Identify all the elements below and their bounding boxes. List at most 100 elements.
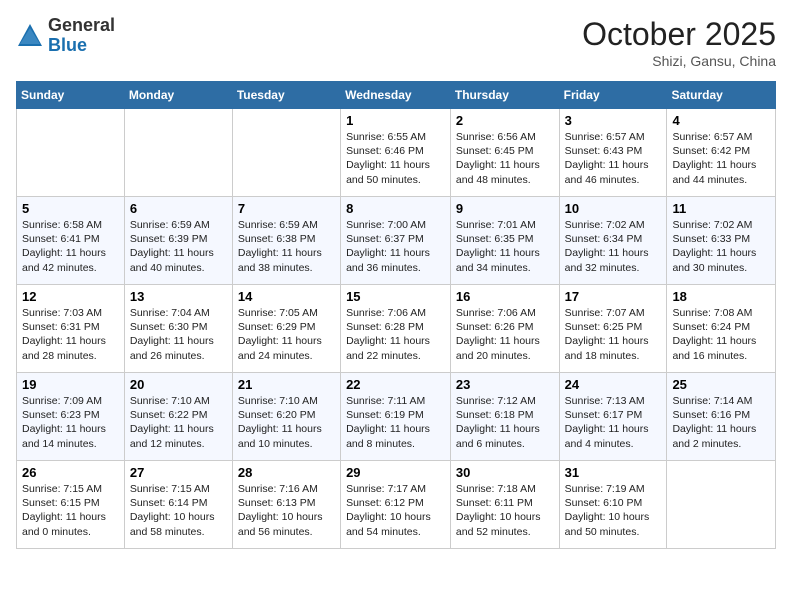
calendar-cell: 2Sunrise: 6:56 AM Sunset: 6:45 PM Daylig… bbox=[450, 109, 559, 197]
day-number: 12 bbox=[22, 289, 119, 304]
cell-content: Sunrise: 7:06 AM Sunset: 6:26 PM Dayligh… bbox=[456, 306, 554, 363]
cell-content: Sunrise: 7:16 AM Sunset: 6:13 PM Dayligh… bbox=[238, 482, 335, 539]
cell-content: Sunrise: 7:02 AM Sunset: 6:34 PM Dayligh… bbox=[565, 218, 662, 275]
calendar-cell: 28 Sunrise: 7:16 AM Sunset: 6:13 PM Dayli… bbox=[232, 461, 340, 549]
calendar-cell: 12 Sunrise: 7:03 AM Sunset: 6:31 PM Dayli… bbox=[17, 285, 125, 373]
calendar-cell: 8Sunrise: 7:00 AM Sunset: 6:37 PM Daylig… bbox=[341, 197, 451, 285]
day-number: 3 bbox=[565, 113, 662, 128]
day-header-monday: Monday bbox=[124, 82, 232, 109]
calendar-cell: 15 Sunrise: 7:06 AM Sunset: 6:28 PM Dayli… bbox=[341, 285, 451, 373]
cell-content: Sunrise: 7:15 AM Sunset: 6:15 PM Dayligh… bbox=[22, 482, 119, 539]
day-number: 6 bbox=[130, 201, 227, 216]
calendar-cell bbox=[17, 109, 125, 197]
calendar-cell: 7Sunrise: 6:59 AM Sunset: 6:38 PM Daylig… bbox=[232, 197, 340, 285]
day-number: 16 bbox=[456, 289, 554, 304]
calendar-cell bbox=[667, 461, 776, 549]
day-number: 1 bbox=[346, 113, 445, 128]
logo-general: General bbox=[48, 16, 115, 36]
cell-content: Sunrise: 7:17 AM Sunset: 6:12 PM Dayligh… bbox=[346, 482, 445, 539]
calendar-cell: 6 Sunrise: 6:59 AM Sunset: 6:39 PM Daylig… bbox=[124, 197, 232, 285]
page-header: General Blue October 2025 Shizi, Gansu, … bbox=[16, 16, 776, 69]
calendar-cell: 26 Sunrise: 7:15 AM Sunset: 6:15 PM Dayli… bbox=[17, 461, 125, 549]
day-number: 27 bbox=[130, 465, 227, 480]
cell-content: Sunrise: 7:15 AM Sunset: 6:14 PM Dayligh… bbox=[130, 482, 227, 539]
cell-content: Sunrise: 6:57 AM Sunset: 6:42 PM Dayligh… bbox=[672, 130, 770, 187]
calendar-week-row: 19 Sunrise: 7:09 AM Sunset: 6:23 PM Dayli… bbox=[17, 373, 776, 461]
calendar-cell bbox=[124, 109, 232, 197]
cell-content: Sunrise: 7:12 AM Sunset: 6:18 PM Dayligh… bbox=[456, 394, 554, 451]
calendar-cell: 3Sunrise: 6:57 AM Sunset: 6:43 PM Daylig… bbox=[559, 109, 667, 197]
cell-content: Sunrise: 7:04 AM Sunset: 6:30 PM Dayligh… bbox=[130, 306, 227, 363]
calendar-header-row: SundayMondayTuesdayWednesdayThursdayFrid… bbox=[17, 82, 776, 109]
logo-text: General Blue bbox=[48, 16, 115, 56]
calendar-cell: 4 Sunrise: 6:57 AM Sunset: 6:42 PM Daylig… bbox=[667, 109, 776, 197]
day-number: 15 bbox=[346, 289, 445, 304]
title-block: October 2025 Shizi, Gansu, China bbox=[582, 16, 776, 69]
cell-content: Sunrise: 6:58 AM Sunset: 6:41 PM Dayligh… bbox=[22, 218, 119, 275]
calendar-cell: 22 Sunrise: 7:11 AM Sunset: 6:19 PM Dayli… bbox=[341, 373, 451, 461]
day-header-sunday: Sunday bbox=[17, 82, 125, 109]
day-number: 19 bbox=[22, 377, 119, 392]
day-number: 4 bbox=[672, 113, 770, 128]
day-number: 26 bbox=[22, 465, 119, 480]
calendar-cell: 30 Sunrise: 7:18 AM Sunset: 6:11 PM Dayli… bbox=[450, 461, 559, 549]
calendar-cell: 13Sunrise: 7:04 AM Sunset: 6:30 PM Dayli… bbox=[124, 285, 232, 373]
cell-content: Sunrise: 7:11 AM Sunset: 6:19 PM Dayligh… bbox=[346, 394, 445, 451]
calendar-cell: 10 Sunrise: 7:02 AM Sunset: 6:34 PM Dayli… bbox=[559, 197, 667, 285]
logo-icon bbox=[16, 22, 44, 50]
calendar-cell: 25 Sunrise: 7:14 AM Sunset: 6:16 PM Dayli… bbox=[667, 373, 776, 461]
day-number: 29 bbox=[346, 465, 445, 480]
day-number: 20 bbox=[130, 377, 227, 392]
day-number: 23 bbox=[456, 377, 554, 392]
calendar-week-row: 26 Sunrise: 7:15 AM Sunset: 6:15 PM Dayli… bbox=[17, 461, 776, 549]
day-number: 5 bbox=[22, 201, 119, 216]
cell-content: Sunrise: 7:14 AM Sunset: 6:16 PM Dayligh… bbox=[672, 394, 770, 451]
day-number: 24 bbox=[565, 377, 662, 392]
day-number: 31 bbox=[565, 465, 662, 480]
logo: General Blue bbox=[16, 16, 115, 56]
cell-content: Sunrise: 7:09 AM Sunset: 6:23 PM Dayligh… bbox=[22, 394, 119, 451]
calendar-table: SundayMondayTuesdayWednesdayThursdayFrid… bbox=[16, 81, 776, 549]
calendar-cell: 5 Sunrise: 6:58 AM Sunset: 6:41 PM Daylig… bbox=[17, 197, 125, 285]
cell-content: Sunrise: 6:59 AM Sunset: 6:39 PM Dayligh… bbox=[130, 218, 227, 275]
cell-content: Sunrise: 7:06 AM Sunset: 6:28 PM Dayligh… bbox=[346, 306, 445, 363]
calendar-cell: 19 Sunrise: 7:09 AM Sunset: 6:23 PM Dayli… bbox=[17, 373, 125, 461]
calendar-cell: 16 Sunrise: 7:06 AM Sunset: 6:26 PM Dayli… bbox=[450, 285, 559, 373]
location-subtitle: Shizi, Gansu, China bbox=[582, 53, 776, 69]
day-number: 17 bbox=[565, 289, 662, 304]
calendar-cell: 9 Sunrise: 7:01 AM Sunset: 6:35 PM Daylig… bbox=[450, 197, 559, 285]
day-number: 18 bbox=[672, 289, 770, 304]
cell-content: Sunrise: 7:02 AM Sunset: 6:33 PM Dayligh… bbox=[672, 218, 770, 275]
day-number: 28 bbox=[238, 465, 335, 480]
month-title: October 2025 bbox=[582, 16, 776, 53]
calendar-cell: 17 Sunrise: 7:07 AM Sunset: 6:25 PM Dayli… bbox=[559, 285, 667, 373]
day-number: 14 bbox=[238, 289, 335, 304]
day-header-thursday: Thursday bbox=[450, 82, 559, 109]
day-number: 10 bbox=[565, 201, 662, 216]
day-number: 8 bbox=[346, 201, 445, 216]
calendar-cell bbox=[232, 109, 340, 197]
cell-content: Sunrise: 6:59 AM Sunset: 6:38 PM Dayligh… bbox=[238, 218, 335, 275]
cell-content: Sunrise: 6:56 AM Sunset: 6:45 PM Dayligh… bbox=[456, 130, 554, 187]
calendar-cell: 23 Sunrise: 7:12 AM Sunset: 6:18 PM Dayli… bbox=[450, 373, 559, 461]
day-header-wednesday: Wednesday bbox=[341, 82, 451, 109]
day-number: 22 bbox=[346, 377, 445, 392]
day-number: 25 bbox=[672, 377, 770, 392]
cell-content: Sunrise: 7:18 AM Sunset: 6:11 PM Dayligh… bbox=[456, 482, 554, 539]
cell-content: Sunrise: 7:07 AM Sunset: 6:25 PM Dayligh… bbox=[565, 306, 662, 363]
calendar-cell: 27 Sunrise: 7:15 AM Sunset: 6:14 PM Dayli… bbox=[124, 461, 232, 549]
cell-content: Sunrise: 7:10 AM Sunset: 6:20 PM Dayligh… bbox=[238, 394, 335, 451]
cell-content: Sunrise: 7:10 AM Sunset: 6:22 PM Dayligh… bbox=[130, 394, 227, 451]
cell-content: Sunrise: 7:01 AM Sunset: 6:35 PM Dayligh… bbox=[456, 218, 554, 275]
logo-blue: Blue bbox=[48, 36, 115, 56]
calendar-cell: 29 Sunrise: 7:17 AM Sunset: 6:12 PM Dayli… bbox=[341, 461, 451, 549]
day-number: 30 bbox=[456, 465, 554, 480]
cell-content: Sunrise: 7:08 AM Sunset: 6:24 PM Dayligh… bbox=[672, 306, 770, 363]
calendar-cell: 20 Sunrise: 7:10 AM Sunset: 6:22 PM Dayli… bbox=[124, 373, 232, 461]
cell-content: Sunrise: 7:13 AM Sunset: 6:17 PM Dayligh… bbox=[565, 394, 662, 451]
cell-content: Sunrise: 7:03 AM Sunset: 6:31 PM Dayligh… bbox=[22, 306, 119, 363]
day-number: 9 bbox=[456, 201, 554, 216]
cell-content: Sunrise: 7:19 AM Sunset: 6:10 PM Dayligh… bbox=[565, 482, 662, 539]
day-header-saturday: Saturday bbox=[667, 82, 776, 109]
calendar-week-row: 5 Sunrise: 6:58 AM Sunset: 6:41 PM Daylig… bbox=[17, 197, 776, 285]
